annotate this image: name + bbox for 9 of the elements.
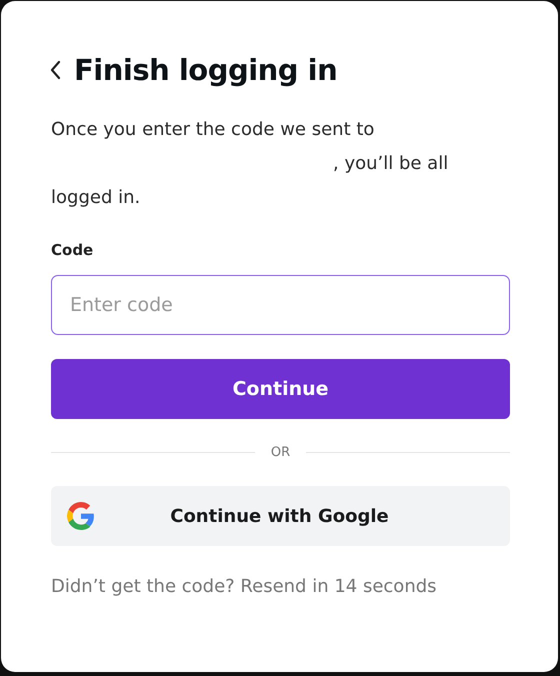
resend-text: Didn’t get the code? Resend in 14 seconds [51,576,438,597]
code-field[interactable]: Enter code [51,275,510,335]
continue-button[interactable]: Continue [51,359,510,419]
google-button[interactable]: Continue with Google [51,486,510,546]
field-label: Code [51,241,94,259]
divider-label: OR [270,445,290,460]
google-icon [67,502,95,530]
dialog-title: Finish logging in [74,53,338,87]
instruction-text: Once you enter the code we sent to , you’ll be all logged in. [51,118,450,210]
